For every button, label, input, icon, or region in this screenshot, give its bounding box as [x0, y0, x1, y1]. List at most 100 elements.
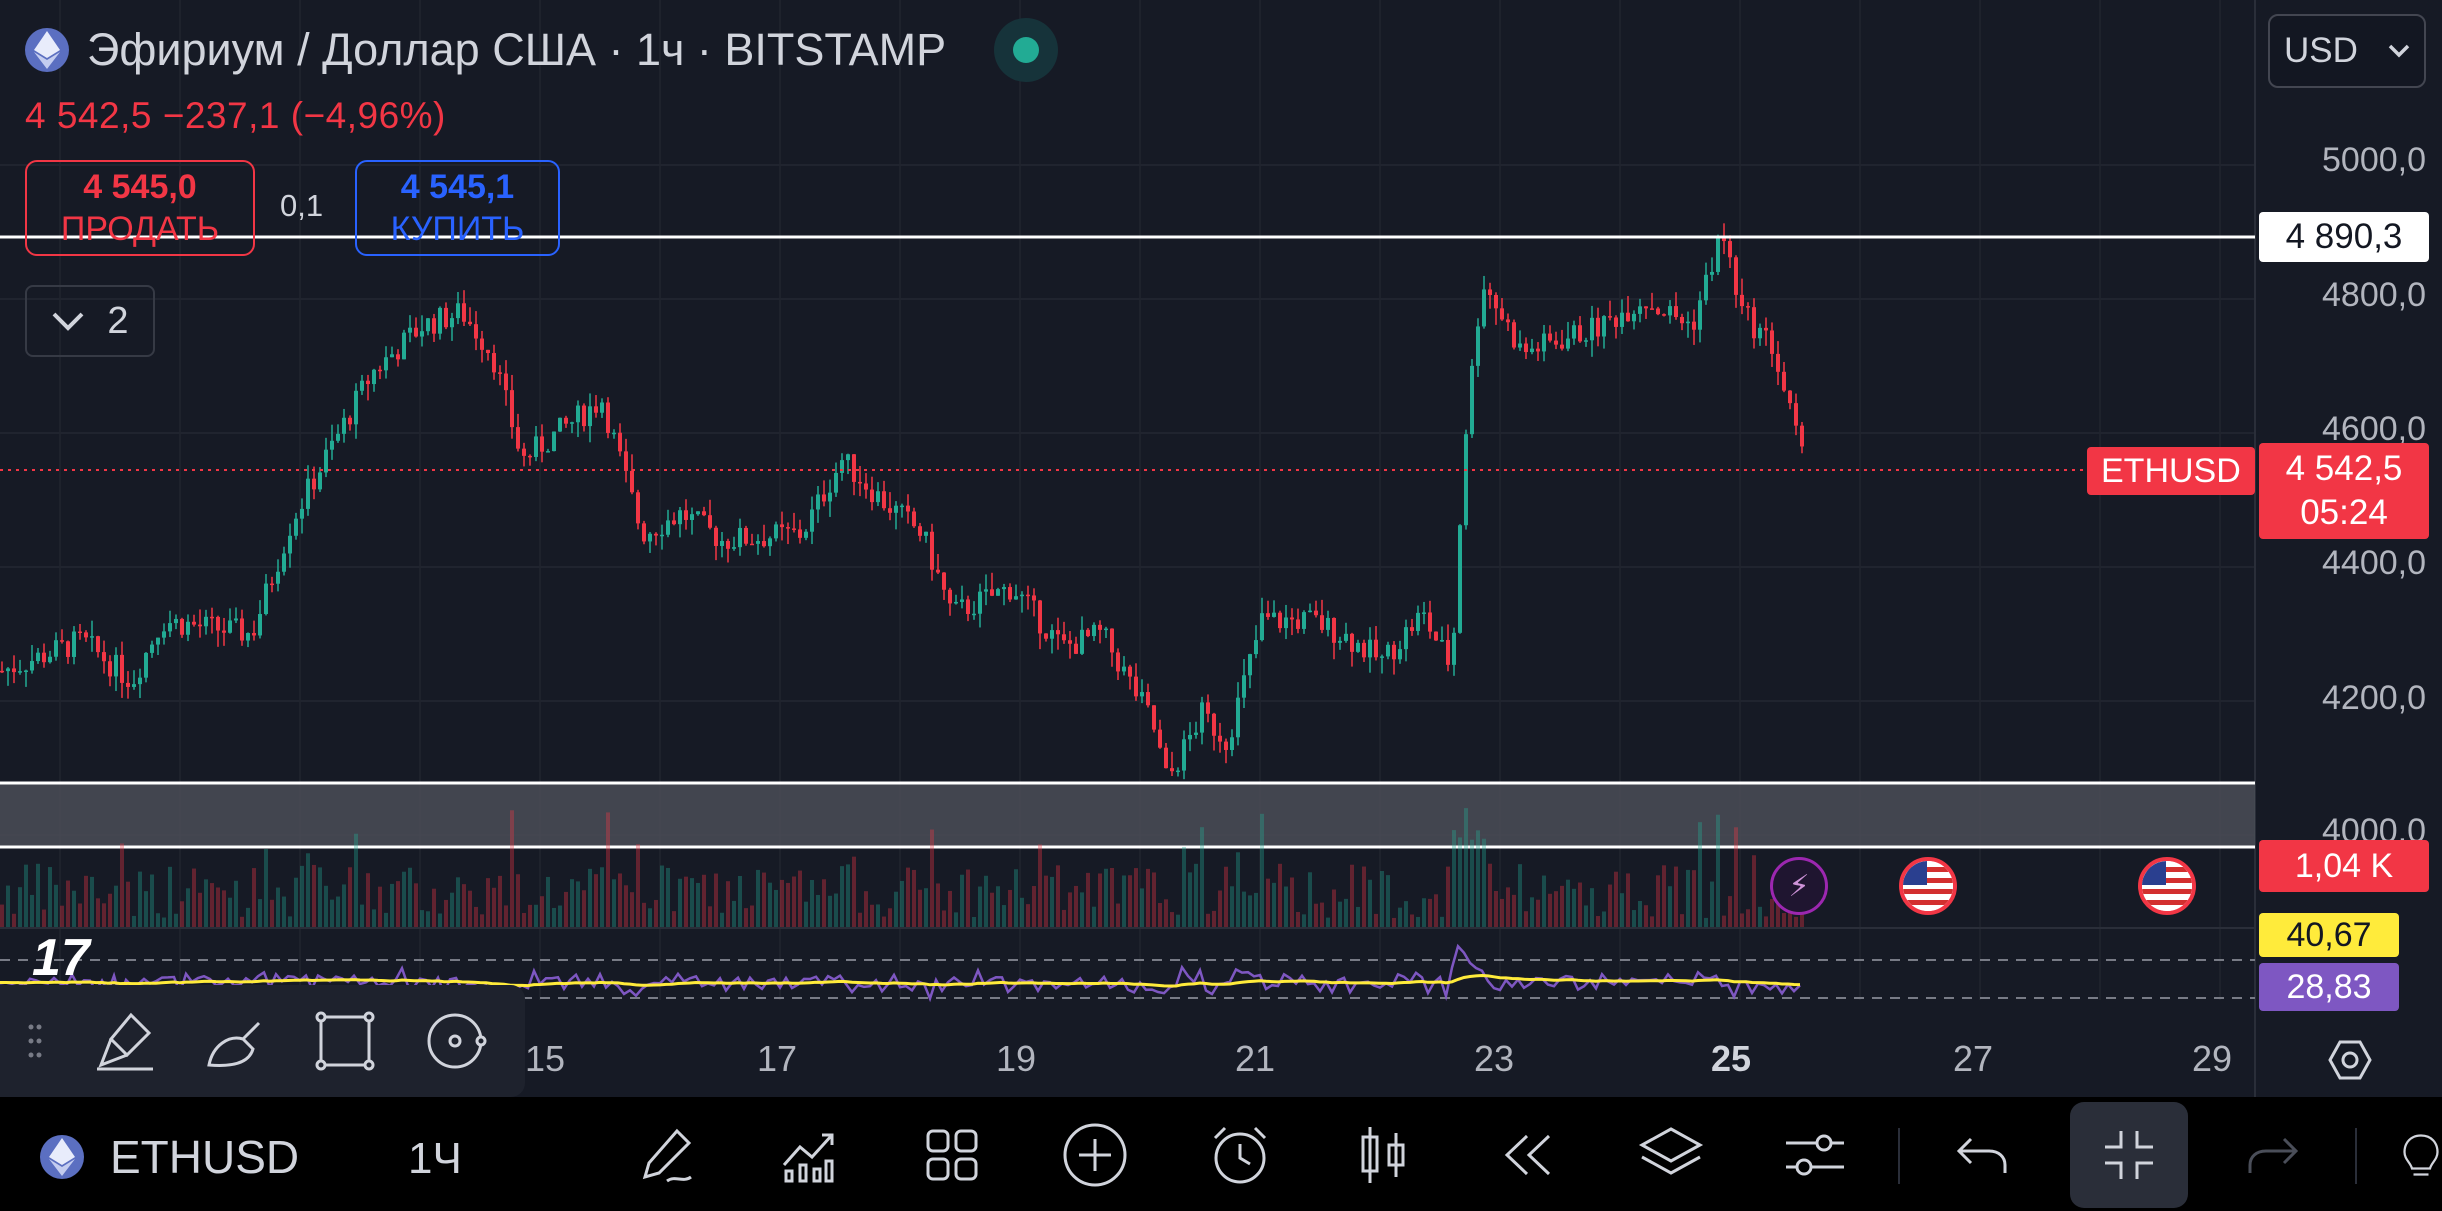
- candle-body: [1104, 628, 1108, 631]
- market-status-icon[interactable]: [994, 18, 1059, 82]
- circle-icon[interactable]: [400, 1009, 510, 1073]
- replay-rewind-icon[interactable]: [1492, 1120, 1562, 1190]
- currency-value: USD: [2284, 31, 2358, 70]
- candle-body: [1164, 747, 1168, 769]
- indicators-collapse-button[interactable]: 2: [25, 285, 155, 357]
- candle-body: [1230, 737, 1234, 750]
- volume-bar: [1740, 913, 1744, 928]
- candle-body: [102, 652, 106, 662]
- volume-bar: [1332, 889, 1336, 928]
- candle-body: [924, 531, 928, 536]
- candle-body: [780, 524, 784, 528]
- volume-bar: [984, 875, 988, 928]
- buy-button[interactable]: 4 545,1 КУПИТЬ: [355, 160, 560, 256]
- volume-bar: [1608, 884, 1612, 928]
- candle-body: [1530, 348, 1534, 353]
- candle-body: [462, 303, 466, 322]
- brush-icon[interactable]: [70, 1009, 180, 1073]
- candle-body: [1092, 624, 1096, 637]
- volume-bar: [642, 902, 646, 928]
- volume-bar: [1122, 875, 1126, 928]
- candle-body: [1638, 306, 1642, 314]
- lightbulb-icon[interactable]: [2400, 1120, 2442, 1190]
- volume-bar: [1656, 875, 1660, 928]
- candle-body: [1728, 241, 1732, 258]
- redo-icon[interactable]: [2238, 1120, 2308, 1190]
- currency-select[interactable]: USD: [2268, 14, 2426, 88]
- candle-body: [60, 640, 64, 642]
- volume-bar: [732, 900, 736, 928]
- candle-type-icon[interactable]: [1349, 1120, 1419, 1190]
- volume-bar: [1056, 865, 1060, 928]
- volume-bar: [960, 874, 964, 928]
- candle-body: [318, 472, 322, 490]
- undo-icon[interactable]: [1947, 1120, 2017, 1190]
- candle-body: [774, 524, 778, 539]
- us-flag-event-icon[interactable]: [2138, 857, 2196, 915]
- volume-bar: [78, 903, 82, 928]
- candle-body: [204, 616, 208, 627]
- volume-bar: [828, 895, 832, 928]
- volume-bar: [510, 810, 514, 928]
- rectangle-icon[interactable]: [290, 1009, 400, 1073]
- volume-bar: [900, 880, 904, 928]
- volume-bar: [1308, 872, 1312, 928]
- candle-body: [888, 508, 892, 513]
- volume-bar: [282, 896, 286, 928]
- exit-fullscreen-icon[interactable]: [2094, 1120, 2164, 1190]
- candle-body: [192, 621, 196, 625]
- volume-bar: [1008, 889, 1012, 928]
- candle-body: [1422, 612, 1426, 614]
- layouts-grid-icon[interactable]: [917, 1120, 987, 1190]
- candle-body: [1182, 739, 1186, 771]
- volume-bar: [1044, 875, 1048, 928]
- candle-body: [852, 454, 856, 482]
- candle-body: [312, 478, 316, 490]
- volume-bar: [240, 916, 244, 928]
- candle-body: [1506, 319, 1510, 323]
- chevron-down-icon: [53, 312, 84, 331]
- candle-body: [798, 529, 802, 538]
- symbol-header[interactable]: Эфириум / Доллар США · 1ч · BITSTAMP: [25, 18, 1059, 82]
- volume-bar: [1254, 892, 1258, 928]
- chart-settings-icon[interactable]: [2320, 1030, 2380, 1090]
- drag-handle-icon[interactable]: [0, 1023, 70, 1059]
- us-flag-event-icon[interactable]: [1899, 857, 1957, 915]
- candle-body: [1578, 325, 1582, 342]
- timeframe-selector[interactable]: 1Ч: [408, 1134, 462, 1184]
- candle-body: [366, 380, 370, 385]
- candle-body: [516, 427, 520, 449]
- volume-bar: [1212, 910, 1216, 928]
- indicators-icon[interactable]: [773, 1120, 843, 1190]
- lightning-event-icon[interactable]: ⚡: [1770, 857, 1828, 915]
- candle-body: [354, 390, 358, 425]
- candle-body: [1344, 633, 1348, 641]
- volume-bar: [936, 883, 940, 928]
- candle-body: [1404, 627, 1408, 650]
- volume-bar: [564, 891, 568, 928]
- volume-bar: [780, 879, 784, 928]
- candle-body: [300, 508, 304, 519]
- symbol-selector[interactable]: ETHUSD: [40, 1130, 299, 1184]
- volume-bar: [408, 867, 412, 928]
- candle-body: [1428, 612, 1432, 632]
- volume-bar: [978, 886, 982, 928]
- candle-body: [1338, 640, 1342, 643]
- candle-body: [210, 616, 214, 619]
- candle-body: [1602, 316, 1606, 337]
- alarm-clock-icon[interactable]: [1205, 1120, 1275, 1190]
- volume-bar: [1446, 866, 1450, 928]
- volume-bar: [954, 912, 958, 928]
- sell-button[interactable]: 4 545,0 ПРОДАТЬ: [25, 160, 255, 256]
- candle-body: [96, 636, 100, 653]
- highlighter-icon[interactable]: [180, 1009, 290, 1073]
- layers-icon[interactable]: [1636, 1120, 1706, 1190]
- settings-sliders-icon[interactable]: [1780, 1120, 1850, 1190]
- pen-drawing-icon[interactable]: [632, 1120, 702, 1190]
- candle-body: [1008, 587, 1012, 600]
- add-plus-icon[interactable]: [1060, 1120, 1130, 1190]
- candle-body: [1470, 365, 1474, 435]
- volume-bar: [1356, 906, 1360, 928]
- horizontal-line-price-tag[interactable]: 4 890,3: [2259, 212, 2429, 262]
- candle-body: [1128, 666, 1132, 677]
